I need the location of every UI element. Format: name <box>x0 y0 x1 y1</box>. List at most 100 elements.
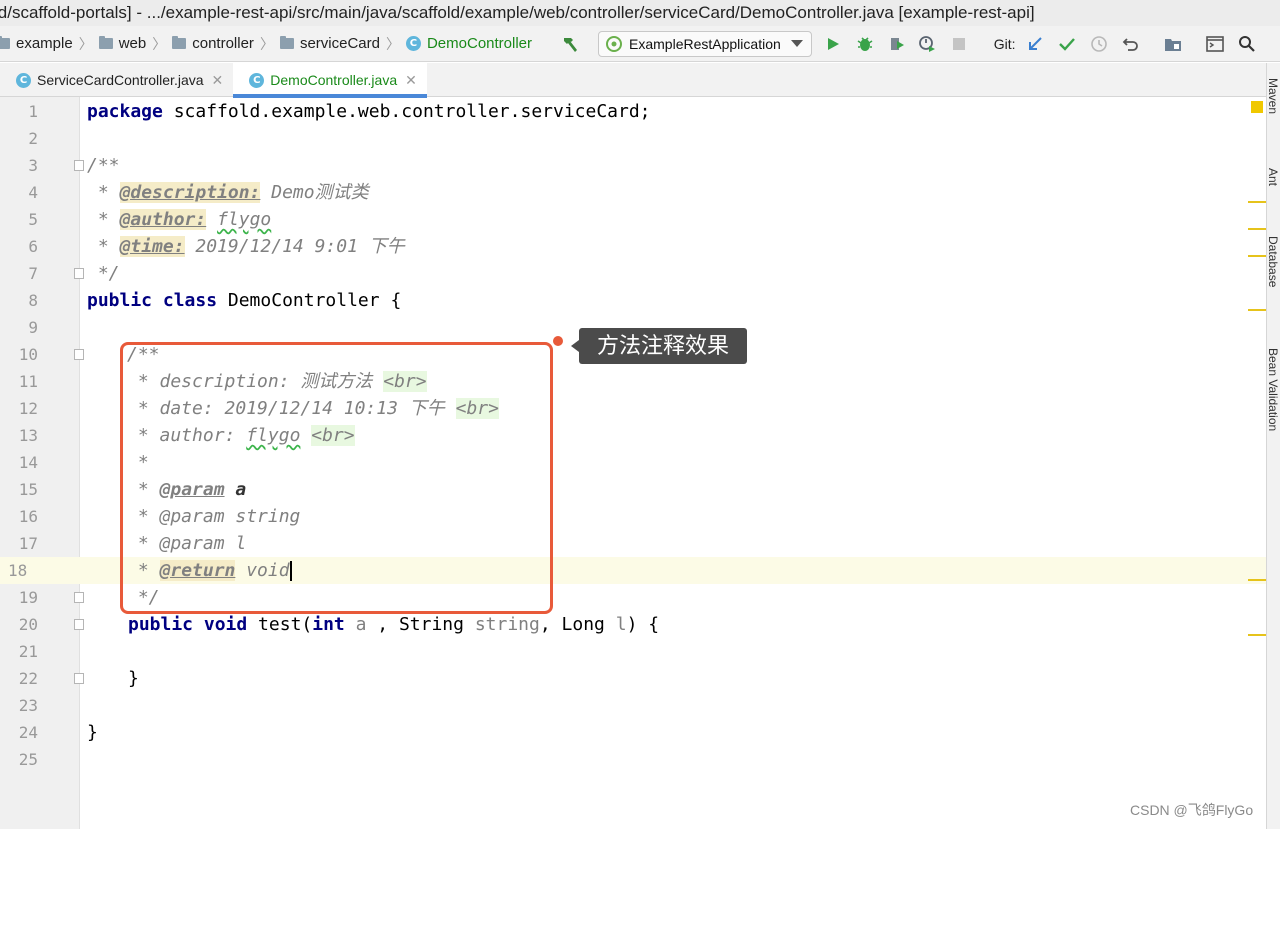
code-text: ) { <box>626 614 660 635</box>
build-hammer-icon[interactable] <box>558 31 584 57</box>
line-number: 24 <box>18 723 38 742</box>
line-number: 5 <box>28 210 38 229</box>
doc-comment-text: * <box>87 236 120 257</box>
git-update-icon[interactable] <box>1022 31 1048 57</box>
doc-comment-text: /** <box>87 155 120 176</box>
line-number: 13 <box>18 426 38 445</box>
project-structure-icon[interactable] <box>1160 31 1186 57</box>
sidebar-item-bean-validation[interactable]: Bean Validation <box>1266 348 1280 468</box>
close-icon[interactable]: ✕ <box>212 72 224 89</box>
close-icon[interactable]: ✕ <box>405 72 417 89</box>
code-line-5: * @author: flygo <box>80 206 1266 233</box>
git-commit-icon[interactable] <box>1054 31 1080 57</box>
class-icon: C <box>16 72 31 88</box>
folder-icon <box>98 36 113 49</box>
breadcrumb-item-democontroller[interactable]: C DemoController <box>405 26 532 62</box>
annotation-highlight-box <box>120 342 553 614</box>
run-icon[interactable] <box>820 31 846 57</box>
code-line-1: package scaffold.example.web.controller.… <box>80 98 1266 125</box>
profile-icon[interactable] <box>914 31 940 57</box>
run-with-coverage-icon[interactable] <box>884 31 910 57</box>
search-icon[interactable] <box>1234 31 1260 57</box>
class-icon: C <box>405 36 421 51</box>
editor-tab-bar: C ServiceCardController.java ✕ C DemoCon… <box>0 63 1266 98</box>
sidebar-item-maven[interactable]: Maven <box>1266 78 1280 142</box>
line-number: 8 <box>28 291 38 310</box>
code-line-8: public class DemoController { <box>80 287 1266 314</box>
sidebar-item-database[interactable]: Database <box>1266 236 1280 320</box>
line-number: 1 <box>28 102 38 121</box>
code-text: test( <box>247 614 313 635</box>
line-number: 14 <box>18 453 38 472</box>
line-number: 10 <box>18 345 38 364</box>
breadcrumb-label: example <box>16 35 73 52</box>
run-configuration-select[interactable]: ExampleRestApplication <box>598 30 812 57</box>
doc-tag: @time: <box>119 236 185 257</box>
line-number: 15 <box>18 480 38 499</box>
breadcrumb-item-servicecard[interactable]: serviceCard <box>279 26 380 62</box>
code-keyword: public void <box>128 614 248 635</box>
code-keyword: public class <box>87 290 218 311</box>
chevron-right-icon: 〉 <box>152 35 167 52</box>
annotation-pointer-dot <box>553 336 563 346</box>
line-number: 22 <box>18 669 38 688</box>
line-number: 25 <box>18 750 38 769</box>
breadcrumb-item-example[interactable]: example <box>0 26 73 62</box>
breadcrumb-label: controller <box>192 35 254 52</box>
breadcrumb-label: web <box>118 35 147 52</box>
error-stripe-marker[interactable] <box>1248 309 1266 311</box>
chevron-right-icon: 〉 <box>259 35 274 52</box>
debug-icon[interactable] <box>852 31 878 57</box>
code-text: DemoController { <box>217 290 402 311</box>
doc-comment-text: Demo测试类 <box>260 182 369 203</box>
code-param: l <box>615 614 627 635</box>
line-number: 17 <box>18 534 38 553</box>
error-stripe-marker[interactable] <box>1248 228 1266 230</box>
breadcrumb-item-web[interactable]: web <box>98 26 147 62</box>
line-number: 9 <box>28 318 38 337</box>
line-number: 19 <box>18 588 38 607</box>
line-number: 4 <box>28 183 38 202</box>
folder-icon <box>0 36 10 49</box>
tab-servicecardcontroller[interactable]: C ServiceCardController.java ✕ <box>0 63 233 97</box>
code-keyword: package <box>87 101 163 122</box>
error-stripe-marker[interactable] <box>1248 201 1266 203</box>
error-stripe-marker[interactable] <box>1248 255 1266 257</box>
code-line-4: * @description: Demo测试类 <box>80 179 1266 206</box>
line-number: 2 <box>28 129 38 148</box>
code-text: scaffold.example.web.controller.serviceC… <box>162 101 651 122</box>
code-text: , String <box>377 614 475 635</box>
window-title: ld/scaffold-portals] - .../example-rest-… <box>0 3 1035 22</box>
doc-tag: @description: <box>119 182 261 203</box>
history-clock-icon[interactable] <box>1086 31 1112 57</box>
doc-comment-text: * <box>87 182 120 203</box>
chevron-down-icon <box>790 40 803 47</box>
code-text: , Long <box>539 614 616 635</box>
line-number: 3 <box>28 156 38 175</box>
annotation-label: 方法注释效果 <box>571 328 747 364</box>
inspection-status-icon[interactable] <box>1251 101 1263 113</box>
revert-icon[interactable] <box>1118 31 1144 57</box>
tab-democontroller[interactable]: C DemoController.java ✕ <box>233 63 427 98</box>
error-stripe-marker[interactable] <box>1248 579 1266 581</box>
breadcrumb-item-controller[interactable]: controller <box>172 26 254 62</box>
line-number: 6 <box>28 237 38 256</box>
spring-boot-icon <box>606 35 623 52</box>
doc-tag: @author: <box>119 209 207 230</box>
chevron-right-icon: 〉 <box>385 35 400 52</box>
doc-comment-text: * <box>87 209 120 230</box>
terminal-window-icon[interactable] <box>1202 31 1228 57</box>
code-line-20: public void test(int a , String string, … <box>80 611 1266 638</box>
code-param: a <box>344 614 378 635</box>
code-line-22: } <box>80 665 1266 692</box>
navigation-toolbar: example 〉 web 〉 controller 〉 serviceCard… <box>0 26 1280 62</box>
watermark: CSDN @飞鸽FlyGo <box>1130 802 1254 818</box>
run-configuration-label: ExampleRestApplication <box>629 35 781 52</box>
stop-icon[interactable] <box>946 31 972 57</box>
git-label: Git: <box>993 35 1016 52</box>
line-number-gutter: 1 2 3 4 5 6 7 8 9 10 11 12 13 14 15 16 1… <box>0 97 84 829</box>
tab-label: DemoController.java <box>270 72 398 88</box>
sidebar-item-ant[interactable]: Ant <box>1266 168 1280 212</box>
line-number: 12 <box>18 399 38 418</box>
error-stripe-marker[interactable] <box>1248 634 1266 636</box>
